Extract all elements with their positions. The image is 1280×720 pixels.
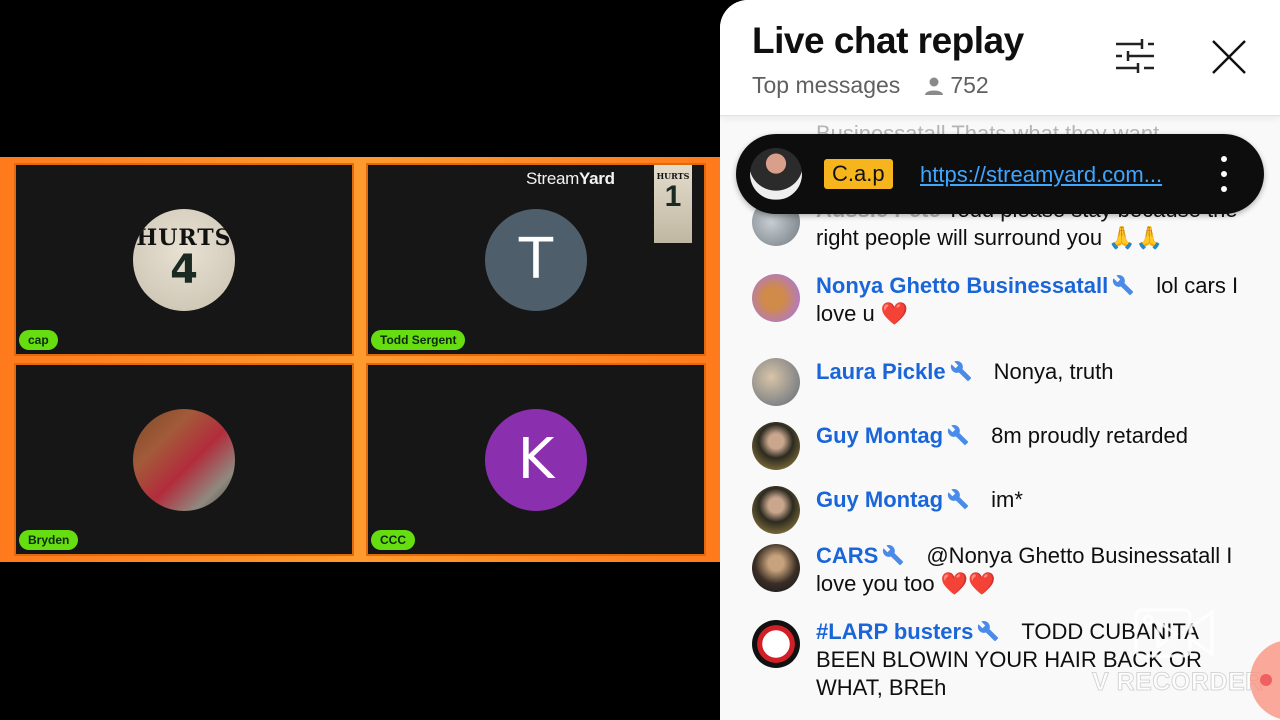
viewer-count: 752 [924, 72, 989, 99]
participant-avatar-photo [133, 408, 235, 511]
moderator-wrench-icon [947, 425, 969, 446]
message-author[interactable]: Nonya Ghetto Businessatall [816, 273, 1108, 298]
message-author[interactable]: Guy Montag [816, 487, 943, 512]
streamyard-logo: StreamYard [526, 169, 615, 189]
author-avatar [752, 358, 800, 406]
participant-avatar-initial: K [485, 408, 587, 511]
pinned-author-badge: C.a.p [824, 159, 893, 189]
person-icon [925, 77, 944, 95]
chat-mode-selector[interactable]: Top messages 752 [752, 72, 989, 99]
jersey-number: 4 [170, 246, 198, 293]
pinned-message[interactable]: C.a.p https://streamyard.com... [736, 134, 1264, 214]
chat-mode-label[interactable]: Top messages [752, 72, 900, 99]
video-recorder-icon [1134, 608, 1214, 658]
overlay-jersey-image: HURTS 1 [654, 165, 692, 243]
chat-message: Guy Montag im* [752, 484, 1262, 534]
screen: HURTS 4 cap StreamYard HURTS 1 T Todd Se… [0, 0, 1280, 720]
author-avatar [752, 544, 800, 592]
author-avatar [752, 274, 800, 322]
participant-name-tag: Todd Sergent [371, 330, 466, 350]
author-avatar [752, 486, 800, 534]
message-author[interactable]: Guy Montag [816, 423, 943, 448]
message-text: @Nonya Ghetto Businessatall I love you t… [816, 543, 1233, 596]
close-icon[interactable] [1210, 38, 1248, 76]
message-text: Nonya, truth [993, 359, 1114, 384]
logo-bold: Yard [579, 169, 615, 188]
moderator-wrench-icon [883, 545, 904, 566]
moderator-wrench-icon [978, 621, 999, 642]
author-avatar [752, 620, 800, 668]
participant-avatar-jersey: HURTS 4 [133, 208, 235, 311]
moderator-wrench-icon [1113, 275, 1134, 296]
message-author[interactable]: CARS [816, 543, 878, 568]
moderator-wrench-icon [947, 489, 969, 510]
chat-title: Live chat replay [752, 20, 1024, 61]
message-author[interactable]: Laura Pickle [816, 359, 946, 384]
author-avatar [752, 422, 800, 470]
overlay-jersey-number: 1 [664, 180, 682, 213]
chat-message: Nonya Ghetto Businessatall lol cars I lov… [752, 272, 1262, 328]
participant-tile-todd: StreamYard HURTS 1 T Todd Sergent [366, 163, 706, 356]
chat-header: Live chat replay Top messages 752 [720, 0, 1280, 116]
moderator-wrench-icon [950, 361, 971, 382]
logo-light: Stream [526, 169, 579, 188]
pinned-message-link[interactable]: https://streamyard.com... [920, 162, 1162, 188]
pinned-author-avatar [750, 148, 802, 200]
participant-name-tag: CCC [371, 530, 415, 550]
filter-settings-icon[interactable] [1114, 36, 1156, 76]
message-text: im* [991, 487, 1023, 512]
chat-message: Laura Pickle Nonya, truth [752, 356, 1262, 406]
chat-message: CARS @Nonya Ghetto Businessatall I love y… [752, 542, 1262, 598]
chat-message: Guy Montag 8m proudly retarded [752, 420, 1262, 470]
participant-avatar-initial: T [485, 208, 587, 311]
more-options-icon[interactable] [1216, 156, 1232, 192]
stream-video[interactable]: HURTS 4 cap StreamYard HURTS 1 T Todd Se… [0, 157, 720, 562]
participant-name-tag: Bryden [19, 530, 79, 550]
message-author[interactable]: #LARP busters [816, 619, 973, 644]
participant-tile-bryden: Bryden [14, 363, 354, 556]
recorder-watermark: V RECORDER [1092, 668, 1264, 697]
participant-tile-ccc: K CCC [366, 363, 706, 556]
viewer-count-value: 752 [950, 72, 989, 98]
message-text: 8m proudly retarded [991, 423, 1188, 448]
participant-name-tag: cap [19, 330, 58, 350]
participant-tile-cap: HURTS 4 cap [14, 163, 354, 356]
